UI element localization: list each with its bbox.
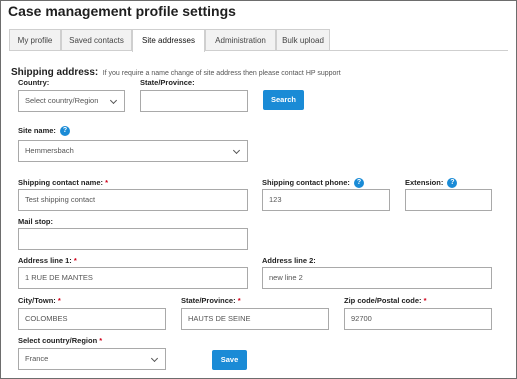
required-marker: *	[57, 296, 61, 305]
state-label: State/Province: *	[181, 296, 241, 305]
site-name-select[interactable]: Hemmersbach	[18, 140, 248, 162]
state-label-text: State/Province:	[181, 296, 236, 305]
required-marker: *	[423, 296, 427, 305]
help-icon[interactable]: ?	[447, 178, 458, 189]
state-filter-label: State/Province:	[140, 78, 195, 87]
country-filter-label: Country:	[18, 78, 50, 87]
zip-label: Zip code/Postal code: *	[344, 296, 427, 305]
address-line1-input[interactable]: 1 RUE DE MANTES	[18, 267, 248, 289]
contact-phone-label: Shipping contact phone: ?	[262, 178, 365, 189]
chevron-down-icon	[232, 146, 241, 155]
required-marker: *	[99, 336, 103, 345]
shipping-heading-note: If you require a name change of site add…	[102, 70, 341, 77]
save-button[interactable]: Save	[212, 350, 247, 370]
required-marker: *	[105, 178, 109, 187]
zip-label-text: Zip code/Postal code:	[344, 296, 422, 305]
search-button[interactable]: Search	[263, 90, 304, 110]
shipping-heading-title: Shipping address:	[11, 67, 99, 78]
state-filter-input[interactable]	[140, 90, 248, 112]
chevron-down-icon	[109, 96, 118, 105]
country-label: Select country/Region *	[18, 336, 102, 345]
site-name-label-text: Site name:	[18, 126, 56, 135]
country-value: France	[25, 354, 49, 363]
mail-stop-input[interactable]	[18, 228, 248, 250]
settings-panel: Case management profile settings My prof…	[0, 0, 517, 379]
city-input[interactable]: COLOMBES	[18, 308, 166, 330]
extension-input[interactable]	[405, 189, 492, 211]
city-label: City/Town: *	[18, 296, 61, 305]
tab-site-addresses[interactable]: Site addresses	[132, 29, 205, 52]
contact-name-label: Shipping contact name: *	[18, 178, 108, 187]
address-line2-label: Address line 2:	[262, 256, 316, 265]
address-line1-label: Address line 1: *	[18, 256, 77, 265]
tab-divider	[9, 50, 508, 51]
help-icon[interactable]: ?	[60, 126, 71, 137]
contact-name-input[interactable]: Test shipping contact	[18, 189, 248, 211]
mail-stop-label: Mail stop:	[18, 217, 53, 226]
page-title: Case management profile settings	[8, 3, 236, 19]
required-marker: *	[237, 296, 241, 305]
city-label-text: City/Town:	[18, 296, 56, 305]
state-input[interactable]: HAUTS DE SEINE	[181, 308, 329, 330]
site-name-value: Hemmersbach	[25, 146, 74, 155]
extension-label-text: Extension:	[405, 178, 444, 187]
tab-administration[interactable]: Administration	[205, 29, 276, 51]
tab-bulk-upload[interactable]: Bulk upload	[276, 29, 330, 51]
contact-phone-input[interactable]: 123	[262, 189, 390, 211]
country-label-text: Select country/Region	[18, 336, 98, 345]
required-marker: *	[73, 256, 77, 265]
site-name-label: Site name: ?	[18, 126, 71, 137]
address-line1-label-text: Address line 1:	[18, 256, 72, 265]
zip-input[interactable]: 92700	[344, 308, 492, 330]
extension-label: Extension: ?	[405, 178, 458, 189]
help-icon[interactable]: ?	[354, 178, 365, 189]
country-select[interactable]: France	[18, 348, 166, 370]
tab-my-profile[interactable]: My profile	[9, 29, 61, 51]
country-filter-value: Select country/Region	[25, 96, 99, 105]
contact-name-label-text: Shipping contact name:	[18, 178, 104, 187]
chevron-down-icon	[150, 354, 159, 363]
country-filter-select[interactable]: Select country/Region	[18, 90, 125, 112]
tab-saved-contacts[interactable]: Saved contacts	[61, 29, 132, 51]
contact-phone-label-text: Shipping contact phone:	[262, 178, 350, 187]
address-line2-input[interactable]: new line 2	[262, 267, 492, 289]
